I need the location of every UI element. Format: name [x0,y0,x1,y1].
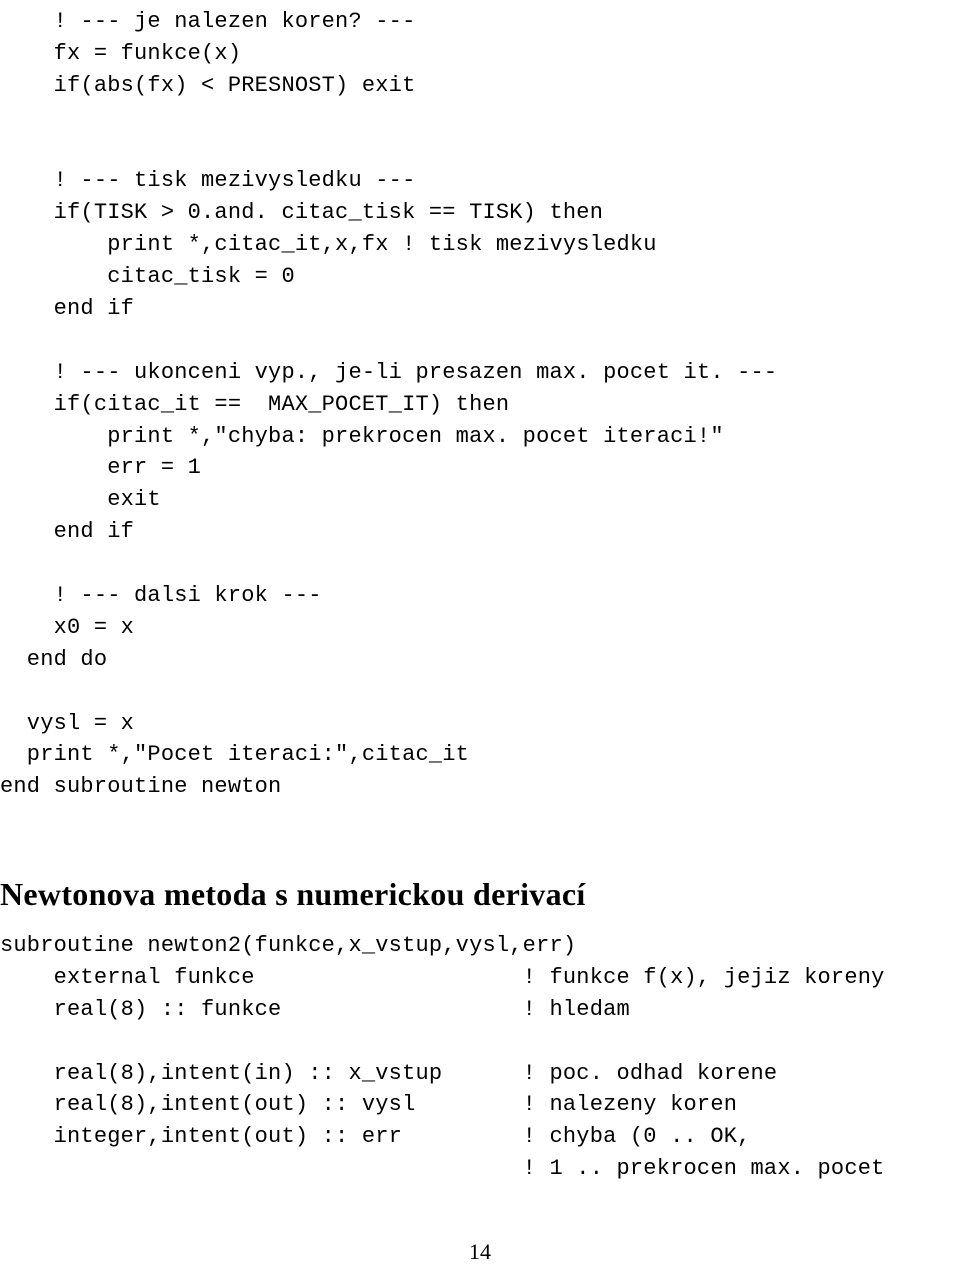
code-line: ! --- je nalezen koren? --- [0,9,415,34]
code-line: vysl = x [0,711,134,736]
code-line: real(8),intent(out) :: vysl ! nalezeny k… [0,1092,737,1117]
code-line: real(8),intent(in) :: x_vstup ! poc. odh… [0,1061,777,1086]
code-line: subroutine newton2(funkce,x_vstup,vysl,e… [0,933,576,958]
code-line: exit [0,487,161,512]
code-line: ! 1 .. prekrocen max. pocet [0,1156,885,1181]
code-line: if(TISK > 0.and. citac_tisk == TISK) the… [0,200,603,225]
code-line: fx = funkce(x) [0,41,241,66]
code-line: if(abs(fx) < PRESNOST) exit [0,73,415,98]
code-line: print *,"Pocet iteraci:",citac_it [0,742,469,767]
code-line: x0 = x [0,615,134,640]
code-line: citac_tisk = 0 [0,264,295,289]
code-line: ! --- ukonceni vyp., je-li presazen max.… [0,360,777,385]
code-line: err = 1 [0,455,201,480]
page: ! --- je nalezen koren? --- fx = funkce(… [0,0,960,1281]
code-line: if(citac_it == MAX_POCET_IT) then [0,392,509,417]
code-line: print *,citac_it,x,fx ! tisk mezivysledk… [0,232,657,257]
code-block-2: subroutine newton2(funkce,x_vstup,vysl,e… [0,930,885,1185]
code-line: print *,"chyba: prekrocen max. pocet ite… [0,424,724,449]
code-line: real(8) :: funkce ! hledam [0,997,630,1022]
code-line: end do [0,647,107,672]
code-line: ! --- dalsi krok --- [0,583,322,608]
code-line: integer,intent(out) :: err ! chyba (0 ..… [0,1124,751,1149]
section-heading: Newtonova metoda s numerickou derivací [0,876,586,913]
page-number: 14 [0,1239,960,1265]
code-line: end subroutine newton [0,774,281,799]
code-block-1: ! --- je nalezen koren? --- fx = funkce(… [0,6,777,803]
code-line: external funkce ! funkce f(x), jejiz kor… [0,965,885,990]
code-line: end if [0,519,134,544]
code-line: ! --- tisk mezivysledku --- [0,168,415,193]
code-line: end if [0,296,134,321]
